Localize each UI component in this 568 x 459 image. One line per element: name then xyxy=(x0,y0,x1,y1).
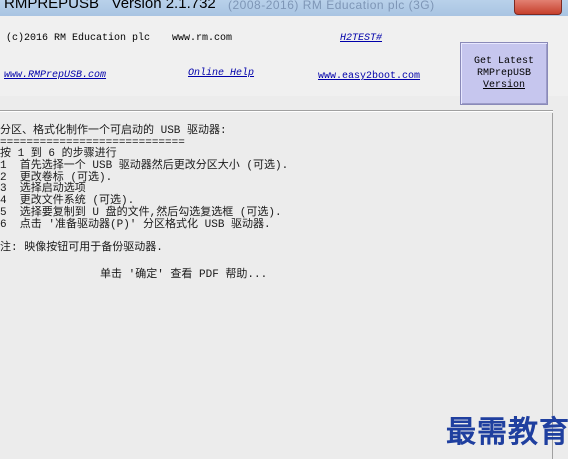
easy2boot-link[interactable]: www.easy2boot.com xyxy=(318,71,420,82)
rmprepusb-site-link[interactable]: www.RMPrepUSB.com xyxy=(4,70,106,81)
title-bar: RMPREPUSB Version 2.1.732 (2008-2016) RM… xyxy=(0,0,568,16)
h2test-link[interactable]: H2TEST# xyxy=(340,33,382,44)
instructions-heading: 分区、格式化制作一个可启动的 USB 驱动器: xyxy=(0,125,227,137)
window-title-faded: (2008-2016) RM Education plc (3G) xyxy=(228,0,435,12)
instruction-step: 3 选择启动选项 xyxy=(0,183,86,195)
copyright-text: (c)2016 RM Education plc xyxy=(6,33,151,44)
close-button[interactable] xyxy=(514,0,562,15)
header-panel: (c)2016 RM Education plc www.rm.com H2TE… xyxy=(0,16,568,105)
instructions-step-intro: 按 1 到 6 的步骤进行 xyxy=(0,148,117,160)
online-help-link[interactable]: Online Help xyxy=(188,68,254,79)
pdf-help-text: 单击 '确定' 查看 PDF 帮助... xyxy=(100,269,268,281)
get-latest-line1: Get Latest xyxy=(473,55,534,67)
window-title: RMPREPUSB Version 2.1.732 xyxy=(4,0,216,12)
get-latest-line2: RMPrepUSB xyxy=(476,67,531,79)
header-separator xyxy=(0,110,553,112)
instruction-step: 4 更改文件系统 (可选). xyxy=(0,195,135,207)
instructions-note: 注: 映像按钮可用于备份驱动器. xyxy=(0,242,163,254)
get-latest-line3: Version xyxy=(482,79,525,91)
instruction-step: 1 首先选择一个 USB 驱动器然后更改分区大小 (可选). xyxy=(0,160,289,172)
watermark-logo: 最需教育 xyxy=(446,415,568,450)
get-latest-version-button[interactable]: Get Latest RMPrepUSB Version xyxy=(460,42,548,105)
rm-site-text: www.rm.com xyxy=(172,33,233,44)
instruction-step: 6 点击 '准备驱动器(P)' 分区格式化 USB 驱动器. xyxy=(0,219,271,231)
instruction-step: 5 选择要复制到 U 盘的文件,然后勾选复选框 (可选). xyxy=(0,207,282,219)
